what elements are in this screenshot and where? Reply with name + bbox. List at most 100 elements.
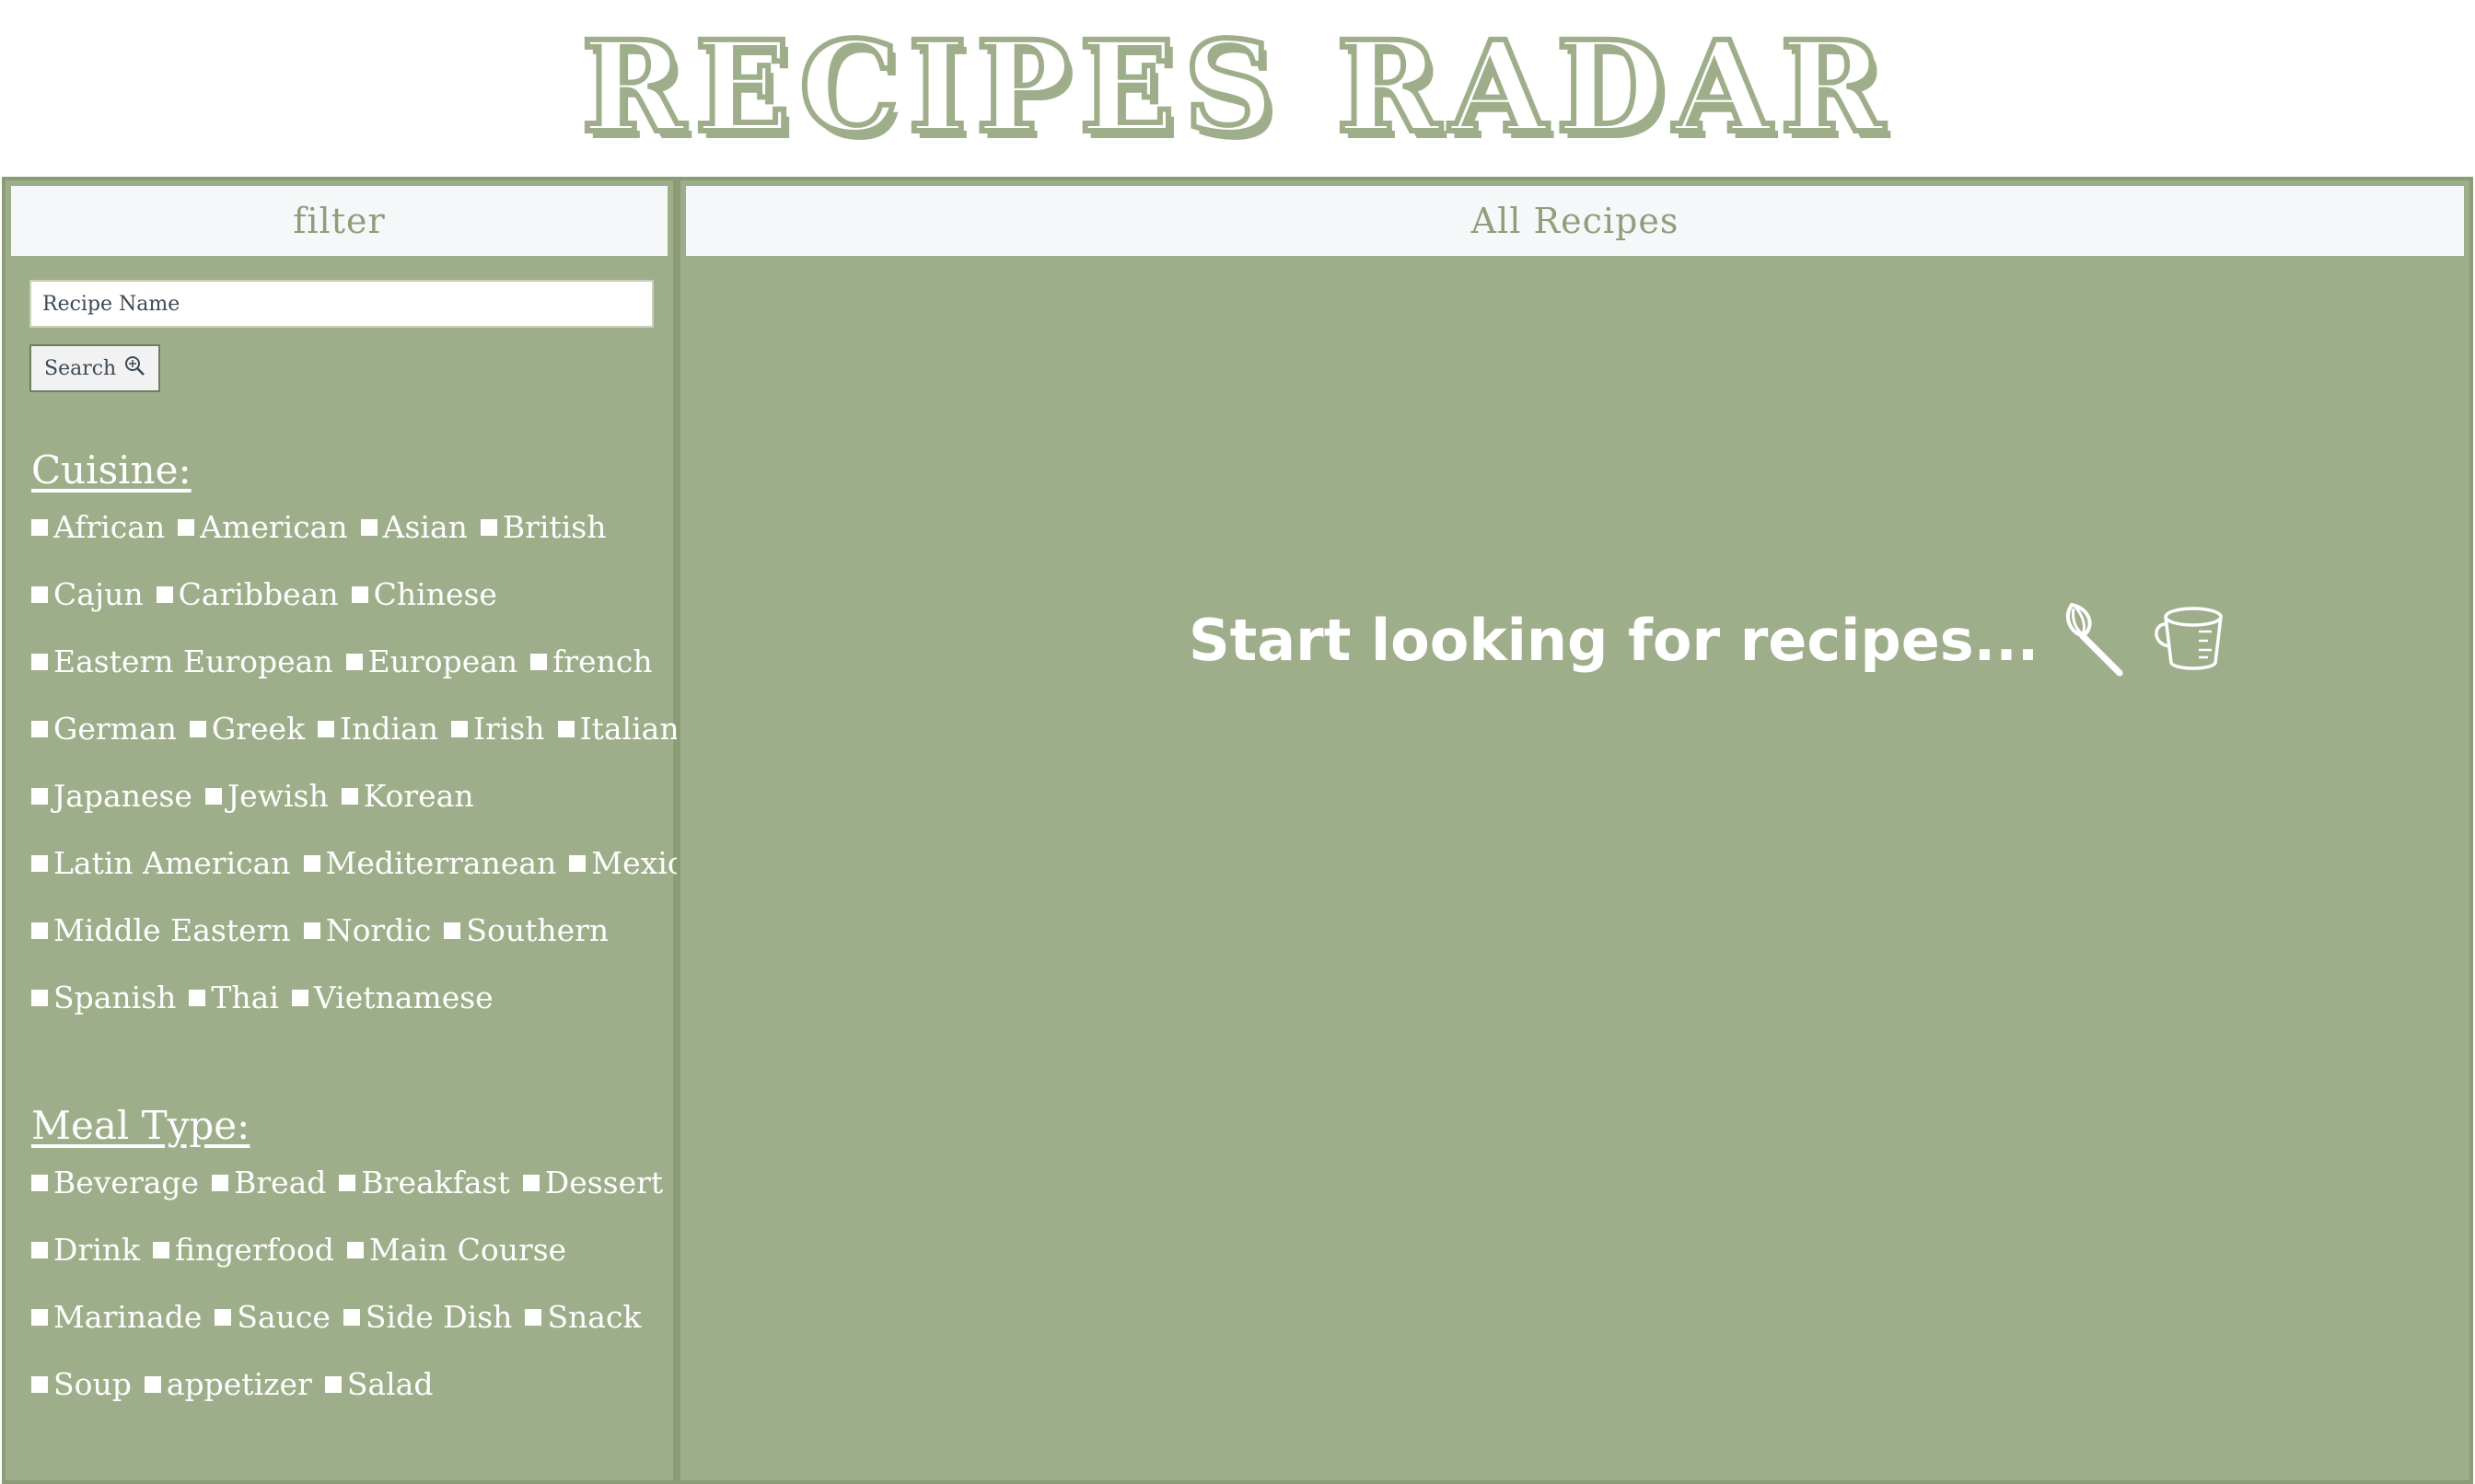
meal-type-checkbox[interactable]	[31, 1174, 48, 1191]
cuisine-checkbox[interactable]	[204, 787, 222, 805]
cuisine-option-irish[interactable]: Irish	[451, 711, 545, 747]
cuisine-option-spanish[interactable]: Spanish	[31, 980, 176, 1015]
cuisine-option-chinese[interactable]: Chinese	[351, 576, 497, 612]
meal-type-option-main-course[interactable]: Main Course	[346, 1232, 566, 1268]
meal-type-checkbox[interactable]	[153, 1241, 170, 1258]
meal-type-option-dessert[interactable]: Dessert	[522, 1165, 664, 1200]
meal-type-heading: Meal Type:	[31, 1103, 250, 1148]
cuisine-checkbox[interactable]	[31, 922, 48, 939]
cuisine-option-indian[interactable]: Indian	[318, 711, 438, 747]
cuisine-checkbox[interactable]	[31, 787, 48, 805]
cuisine-option-label: Chinese	[373, 576, 497, 612]
meal-type-option-label: Drink	[53, 1232, 141, 1268]
meal-type-option-label: Dessert	[544, 1165, 664, 1200]
cuisine-checkbox[interactable]	[360, 518, 378, 536]
cuisine-checkbox[interactable]	[303, 922, 320, 939]
meal-type-option-fingerfood[interactable]: fingerfood	[153, 1232, 334, 1268]
cuisine-checkbox[interactable]	[345, 653, 363, 670]
cuisine-option-japanese[interactable]: Japanese	[31, 778, 192, 814]
meal-type-option-salad[interactable]: Salad	[324, 1366, 433, 1402]
cuisine-option-thai[interactable]: Thai	[189, 980, 279, 1015]
meal-type-checkbox[interactable]	[525, 1308, 542, 1326]
meal-type-option-appetizer[interactable]: appetizer	[144, 1366, 312, 1402]
cuisine-checkbox[interactable]	[189, 720, 206, 737]
cuisine-option-mediterranean[interactable]: Mediterranean	[303, 845, 556, 881]
cuisine-checkbox[interactable]	[156, 585, 173, 603]
cuisine-checkbox[interactable]	[341, 787, 358, 805]
cuisine-option-american[interactable]: American	[178, 509, 348, 545]
cuisine-option-label: Latin American	[53, 845, 291, 881]
meal-type-checkbox[interactable]	[31, 1375, 48, 1393]
meal-type-checkbox[interactable]	[324, 1375, 342, 1393]
cuisine-checkbox[interactable]	[31, 720, 48, 737]
cuisine-checkbox[interactable]	[31, 518, 48, 536]
cuisine-checkbox[interactable]	[351, 585, 368, 603]
meal-type-option-marinade[interactable]: Marinade	[31, 1299, 202, 1335]
meal-type-option-side-dish[interactable]: Side Dish	[343, 1299, 512, 1335]
cuisine-checkbox[interactable]	[178, 518, 195, 536]
meal-type-option-label: Marinade	[53, 1299, 203, 1335]
cuisine-option-label: Southern	[466, 912, 610, 948]
cuisine-option-greek[interactable]: Greek	[189, 711, 305, 747]
cuisine-checkbox[interactable]	[31, 989, 48, 1006]
cuisine-option-eastern-european[interactable]: Eastern European	[31, 643, 333, 679]
cuisine-option-jewish[interactable]: Jewish	[204, 778, 329, 814]
cuisine-checkbox[interactable]	[569, 854, 587, 872]
whisk-icon	[2062, 599, 2127, 680]
cuisine-option-cajun[interactable]: Cajun	[31, 576, 144, 612]
cuisine-checkbox[interactable]	[318, 720, 335, 737]
cuisine-checkbox[interactable]	[480, 518, 497, 536]
cuisine-option-european[interactable]: European	[345, 643, 518, 679]
search-button[interactable]: Search	[29, 344, 161, 392]
cuisine-option-label: Italian	[579, 711, 680, 747]
cuisine-option-label: American	[200, 509, 348, 545]
cuisine-checkbox[interactable]	[31, 585, 48, 603]
recipes-panel: All Recipes Start looking for recipes...	[677, 177, 2473, 1484]
meal-type-checkbox[interactable]	[522, 1174, 540, 1191]
meal-type-option-snack[interactable]: Snack	[525, 1299, 641, 1335]
cuisine-checkbox[interactable]	[530, 653, 548, 670]
cuisine-option-label: Asian	[382, 509, 468, 545]
meal-type-checkbox[interactable]	[343, 1308, 360, 1326]
cuisine-option-label: Indian	[340, 711, 438, 747]
meal-type-checkbox[interactable]	[212, 1174, 229, 1191]
cuisine-checkbox[interactable]	[557, 720, 575, 737]
recipe-name-input[interactable]	[29, 280, 654, 328]
cuisine-option-vietnamese[interactable]: Vietnamese	[291, 980, 494, 1015]
cuisine-option-label: European	[367, 643, 518, 679]
meal-type-option-beverage[interactable]: Beverage	[31, 1165, 199, 1200]
meal-type-option-label: Beverage	[53, 1165, 200, 1200]
meal-type-option-breakfast[interactable]: Breakfast	[339, 1165, 510, 1200]
cuisine-option-italian[interactable]: Italian	[557, 711, 680, 747]
meal-type-checkbox[interactable]	[346, 1241, 364, 1258]
cuisine-option-german[interactable]: German	[31, 711, 177, 747]
cuisine-option-african[interactable]: African	[31, 509, 165, 545]
meal-type-option-sauce[interactable]: Sauce	[215, 1299, 331, 1335]
cuisine-checkbox[interactable]	[303, 854, 320, 872]
cuisine-option-caribbean[interactable]: Caribbean	[156, 576, 339, 612]
meal-type-checkbox[interactable]	[215, 1308, 232, 1326]
cuisine-checkbox[interactable]	[189, 989, 206, 1006]
meal-type-option-drink[interactable]: Drink	[31, 1232, 140, 1268]
cuisine-option-korean[interactable]: Korean	[341, 778, 474, 814]
cuisine-option-asian[interactable]: Asian	[360, 509, 468, 545]
meal-type-checkbox[interactable]	[339, 1174, 356, 1191]
meal-type-option-soup[interactable]: Soup	[31, 1366, 132, 1402]
site-logo[interactable]: RECIPES RADAR	[578, 11, 1893, 164]
cuisine-checkbox[interactable]	[291, 989, 308, 1006]
cuisine-option-french[interactable]: french	[530, 643, 653, 679]
cuisine-option-label: Middle Eastern	[53, 912, 291, 948]
meal-type-checkbox[interactable]	[144, 1375, 161, 1393]
cuisine-checkbox[interactable]	[444, 922, 461, 939]
cuisine-option-middle-eastern[interactable]: Middle Eastern	[31, 912, 291, 948]
meal-type-checkbox[interactable]	[31, 1241, 48, 1258]
cuisine-checkbox[interactable]	[31, 653, 48, 670]
cuisine-option-latin-american[interactable]: Latin American	[31, 845, 291, 881]
cuisine-option-british[interactable]: British	[480, 509, 606, 545]
cuisine-option-southern[interactable]: Southern	[444, 912, 609, 948]
meal-type-checkbox[interactable]	[31, 1308, 48, 1326]
meal-type-option-bread[interactable]: Bread	[212, 1165, 326, 1200]
cuisine-checkbox[interactable]	[31, 854, 48, 872]
cuisine-checkbox[interactable]	[451, 720, 468, 737]
cuisine-option-nordic[interactable]: Nordic	[303, 912, 431, 948]
